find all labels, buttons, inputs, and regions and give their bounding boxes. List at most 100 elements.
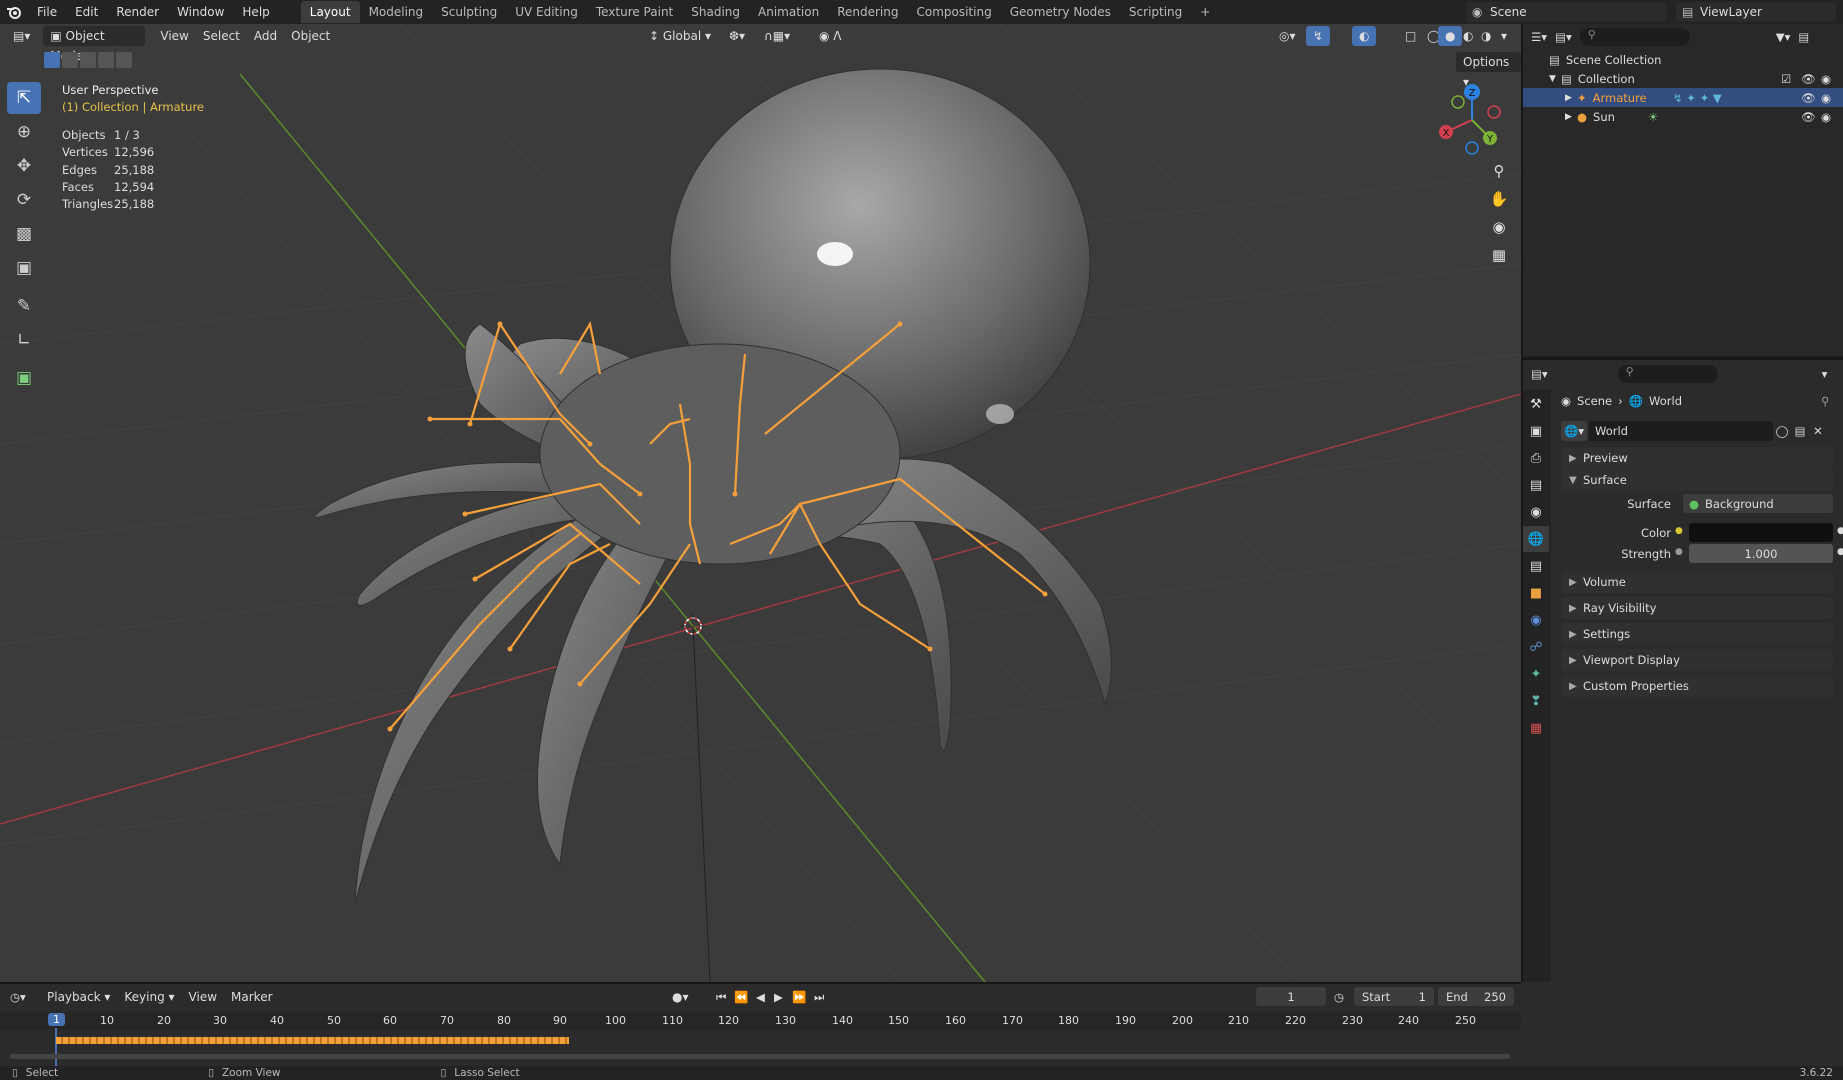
grid-perspective-icon[interactable]: ▦ [1486,242,1512,268]
eye-icon[interactable]: 👁 [1801,72,1816,86]
properties-editor-icon[interactable]: ▤▾ [1531,367,1548,381]
panel-viewport-display[interactable]: ▶ Viewport Display [1561,649,1833,671]
tab-uv-editing[interactable]: UV Editing [506,1,587,23]
eye-icon[interactable]: 👁 [1801,110,1816,124]
expand-arrow-icon[interactable]: ▶ [1565,93,1577,103]
cursor-tool-icon[interactable]: ⊕ [7,116,41,148]
keyframe-dot-icon[interactable]: ● [1837,547,1843,557]
properties-options-icon[interactable]: ▾ [1822,367,1828,381]
world-tab-icon[interactable]: 🌐 [1523,526,1549,552]
shading-options-button[interactable]: ▾ [1494,26,1514,46]
transform-orientation-selector[interactable]: ↕ Global ▾ [642,26,718,46]
outliner-search-input[interactable]: ⚲ [1579,28,1690,46]
select-invert-icon[interactable] [98,52,114,68]
menu-add[interactable]: Add [247,26,284,46]
options-button[interactable]: Options ▾ [1456,52,1521,89]
camera-view-icon[interactable]: ◉ [1486,214,1512,240]
timeline-scrollbar[interactable] [10,1054,1510,1059]
world-datablock-field[interactable]: 🌐▾ World ◯ ▤ ✕ [1561,421,1833,441]
expand-arrow-icon[interactable]: ▶ [1565,112,1577,122]
surface-shader-field[interactable]: ● Background [1683,494,1833,513]
blender-logo-icon[interactable] [0,0,28,24]
expand-arrow-icon[interactable]: ▼ [1549,74,1561,84]
new-collection-icon[interactable]: ▤ [1798,30,1809,44]
menu-marker[interactable]: Marker [224,987,279,1007]
outliner-editor-icon[interactable]: ☰▾ [1531,30,1547,44]
record-button[interactable]: ●▾ [672,990,689,1004]
tree-row-sun[interactable]: ▶ ● Sun ☀ 👁 ◉ [1523,107,1843,126]
world-name-field[interactable]: World [1589,421,1773,441]
keyframe-dot-icon[interactable]: ● [1837,526,1843,536]
select-subtract-icon[interactable] [80,52,96,68]
view-layer-tab-icon[interactable]: ▤ [1523,472,1549,498]
bone-tab-icon[interactable]: ❣ [1523,688,1549,714]
texture-tab-icon[interactable]: ▦ [1523,715,1549,741]
fake-user-icon[interactable]: ◯ [1773,424,1791,438]
pan-hand-icon[interactable]: ✋ [1486,186,1512,212]
end-frame-field[interactable]: End 250 [1438,987,1514,1006]
move-tool-icon[interactable]: ✥ [7,150,41,182]
physics-tab-icon[interactable]: ◉ [1523,607,1549,633]
menu-help[interactable]: Help [233,0,278,24]
add-workspace-button[interactable]: + [1191,1,1219,23]
menu-select[interactable]: Select [196,26,247,46]
constraints-tab-icon[interactable]: ☍ [1523,634,1549,660]
collection-tab-icon[interactable]: ▤ [1523,553,1549,579]
select-new-icon[interactable] [44,52,60,68]
strength-field[interactable]: 1.000 [1689,544,1833,563]
tree-row-scene-collection[interactable]: ▤ Scene Collection [1523,50,1843,69]
view-layer-selector[interactable]: ▤ ViewLayer [1676,2,1836,22]
panel-surface[interactable]: ▼ Surface [1561,469,1833,491]
visibility-button[interactable]: ◎▾ [1272,26,1303,46]
editor-type-button[interactable]: ▤▾ [6,26,37,46]
gizmo-neg-z[interactable] [1465,141,1479,155]
pivot-point-button[interactable]: ❆▾ [722,26,752,46]
scene-tab-icon[interactable]: ◉ [1523,499,1549,525]
menu-edit[interactable]: Edit [66,0,107,24]
exclude-checkbox[interactable]: ☑ [1781,72,1791,86]
menu-timeline-view[interactable]: View [182,987,224,1007]
tab-shading[interactable]: Shading [682,1,749,23]
tree-row-collection[interactable]: ▼ ▤ Collection ☑ 👁 ◉ [1523,69,1843,88]
properties-search-input[interactable]: ⚲ [1617,365,1718,383]
proportional-edit-button[interactable]: ◉ Λ [812,26,849,46]
gizmo-toggle-button[interactable]: ↯ [1306,26,1331,46]
panel-volume[interactable]: ▶ Volume [1561,571,1833,593]
armature-data-tab-icon[interactable]: ✦ [1523,661,1549,687]
select-box-tool-icon[interactable]: ⇱ [7,82,41,114]
selection-mode-buttons[interactable] [44,52,132,68]
timeline-editor[interactable]: ◷▾ Playback ▾ Keying ▾ View Marker ●▾ ⏮ … [0,982,1521,1068]
panel-custom-properties[interactable]: ▶ Custom Properties [1561,675,1833,697]
filter-icon[interactable]: ▼▾ [1776,30,1791,44]
play-icon[interactable]: ▶ [774,990,783,1004]
panel-settings[interactable]: ▶ Settings [1561,623,1833,645]
tab-compositing[interactable]: Compositing [907,1,1000,23]
gizmo-neg-x[interactable] [1487,105,1501,119]
mode-selector[interactable]: ▣ Object Mode ▾ [43,26,146,63]
timeline-editor-icon[interactable]: ◷▾ [10,990,40,1004]
gizmo-neg-y[interactable] [1451,95,1465,109]
jump-start-icon[interactable]: ⏮ [716,990,726,1005]
add-cube-tool-icon[interactable]: ▣ [7,362,41,394]
display-mode-icon[interactable]: ▤▾ [1555,30,1572,44]
menu-view[interactable]: View [153,26,195,46]
color-link-icon[interactable]: ● [1675,526,1683,536]
zoom-icon[interactable]: ⚲ [1486,158,1512,184]
world-browse-icon[interactable]: 🌐▾ [1561,421,1587,441]
tab-scripting[interactable]: Scripting [1120,1,1191,23]
jump-end-icon[interactable]: ⏭ [814,990,824,1005]
prev-keyframe-icon[interactable]: ⏪ [734,990,748,1004]
3d-viewport[interactable]: ▤▾ ▣ Object Mode ▾ View Select Add Objec… [0,24,1521,982]
tool-tab-icon[interactable]: ⚒ [1523,391,1549,417]
tab-animation[interactable]: Animation [749,1,828,23]
unlink-icon[interactable]: ✕ [1809,424,1827,438]
select-extend-icon[interactable] [62,52,78,68]
overlay-toggle-button[interactable]: ◐ [1352,26,1377,46]
eye-icon[interactable]: 👁 [1801,91,1816,105]
render-camera-icon[interactable]: ◉ [1821,91,1831,105]
snap-button[interactable]: ∩▦▾ [757,26,797,46]
next-keyframe-icon[interactable]: ⏩ [792,990,806,1004]
frame-ruler[interactable]: 1 10 20 30 40 50 60 70 80 90 100 110 120… [0,1012,1521,1030]
object-tab-icon[interactable]: ■ [1523,580,1549,606]
panel-preview[interactable]: ▶ Preview [1561,447,1833,469]
